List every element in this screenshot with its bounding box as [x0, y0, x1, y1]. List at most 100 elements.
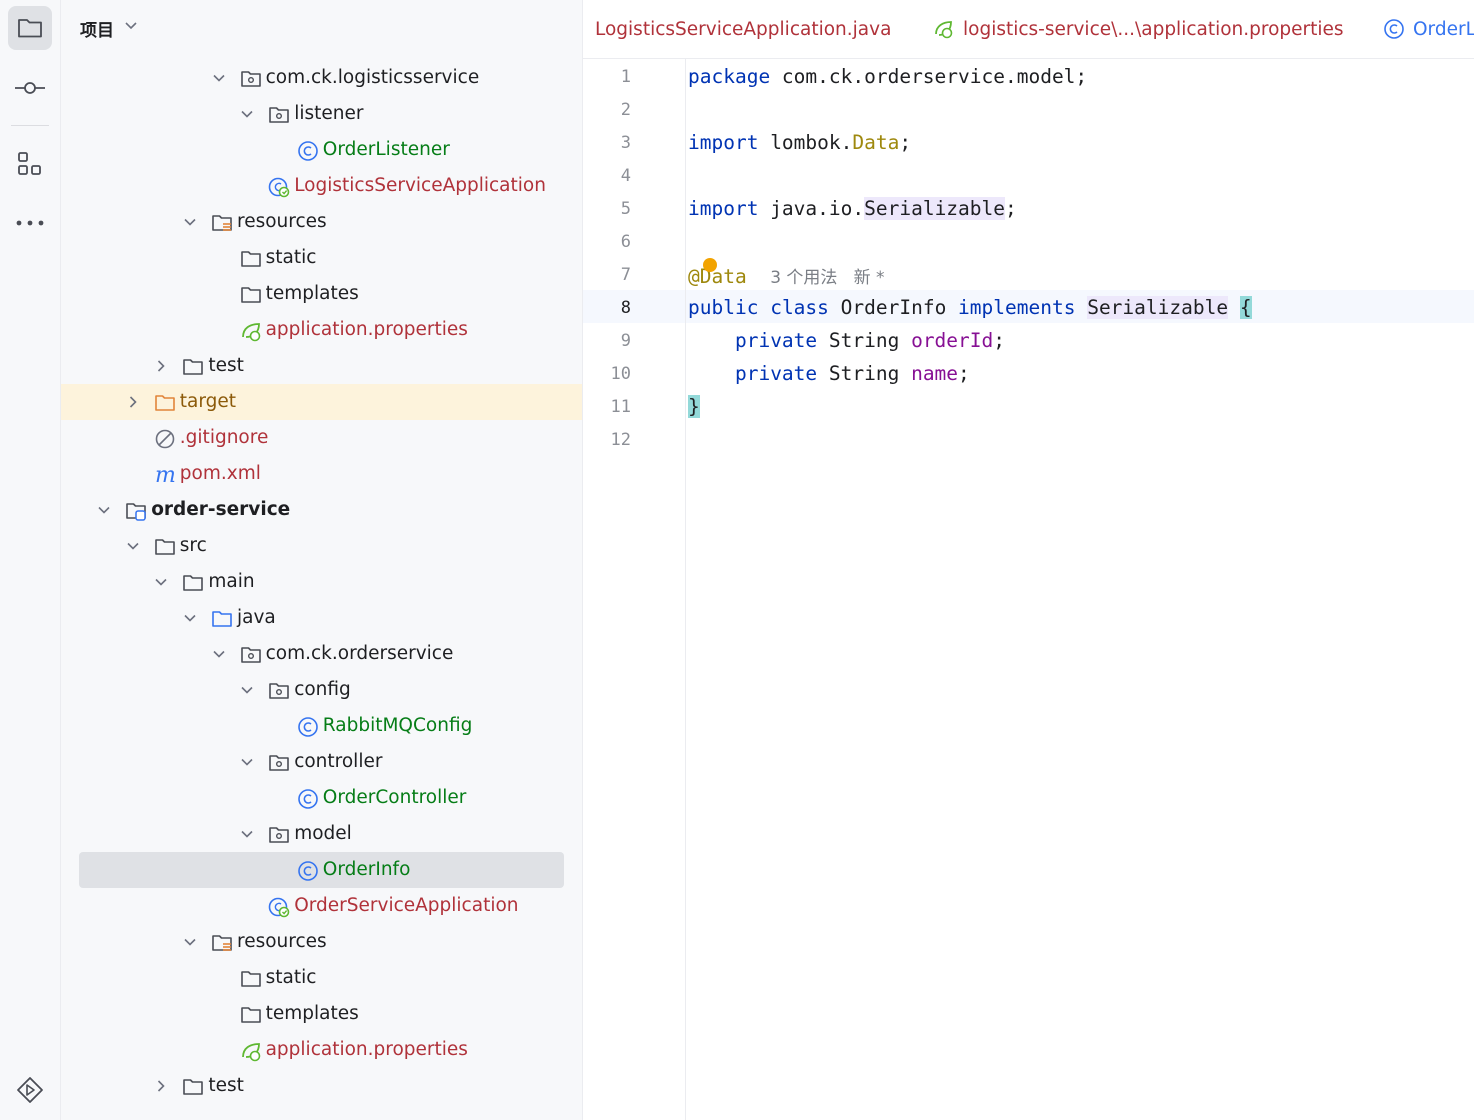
tree-row-com-ck-logisticsservice[interactable]: com.ck.logisticsservice	[61, 60, 582, 96]
code-token: Serializable	[1087, 296, 1229, 319]
tree-row-com-ck-orderservice[interactable]: com.ck.orderservice	[61, 636, 582, 672]
code-line: import lombok.Data;	[688, 131, 911, 154]
tree-item-label: .gitignore	[179, 427, 269, 448]
tree-row-rabbitmqconfig[interactable]: RabbitMQConfig	[61, 708, 582, 744]
tree-row-target[interactable]: target	[61, 384, 582, 420]
code-token: ;	[1005, 197, 1017, 220]
tool-separator	[11, 125, 49, 126]
tree-item-label: test	[208, 1075, 244, 1096]
tree-item-label: templates	[265, 1003, 359, 1024]
code-token: Data	[852, 131, 900, 154]
chevron-down-icon[interactable]	[212, 647, 226, 661]
tree-row-resources[interactable]: resources	[61, 204, 582, 240]
tree-item-label: order-service	[151, 499, 291, 520]
spring-boot-class-icon	[268, 897, 290, 918]
package-icon	[240, 71, 261, 87]
chevron-down-icon[interactable]	[125, 22, 137, 30]
tree-row-logisticsserviceapplication[interactable]: LogisticsServiceApplication	[61, 168, 582, 204]
tree-item-label: templates	[265, 283, 359, 304]
tab-order-listener[interactable]: OrderL	[1383, 15, 1474, 43]
code-token: {	[1239, 296, 1252, 319]
chevron-down-icon[interactable]	[240, 107, 254, 121]
tree-item-label: java	[237, 607, 276, 628]
tree-row-test[interactable]: test	[61, 1068, 582, 1104]
line-number: 1	[620, 67, 631, 87]
ignored-file-icon	[155, 429, 175, 449]
more-icon[interactable]	[8, 201, 52, 245]
package-icon	[240, 647, 261, 663]
tree-row-controller[interactable]: controller	[61, 744, 582, 780]
tree-row-resources[interactable]: resources	[61, 924, 582, 960]
tree-item-label: resources	[237, 931, 327, 952]
line-number: 5	[620, 199, 631, 219]
commit-icon[interactable]	[8, 66, 52, 110]
resources-folder-icon	[212, 935, 232, 951]
chevron-right-icon[interactable]	[154, 1079, 168, 1093]
project-folder-icon[interactable]	[8, 6, 52, 50]
chevron-down-icon[interactable]	[240, 755, 254, 769]
tree-row-config[interactable]: config	[61, 672, 582, 708]
tree-row-orderinfo[interactable]: OrderInfo	[61, 852, 582, 888]
tree-item-label: model	[294, 823, 352, 844]
chevron-down-icon[interactable]	[183, 215, 197, 229]
code-token: class	[770, 296, 829, 319]
tree-item-label: RabbitMQConfig	[322, 715, 473, 736]
line-number: 2	[620, 100, 631, 120]
chevron-down-icon[interactable]	[240, 827, 254, 841]
class-icon	[297, 141, 318, 161]
code-token: }	[688, 395, 700, 418]
project-panel-title[interactable]: 项目	[80, 16, 114, 41]
tree-row-ordercontroller[interactable]: OrderController	[61, 780, 582, 816]
chevron-right-icon[interactable]	[154, 359, 168, 373]
code-editor[interactable]: 1 2 3 4 5 6 7 8 9 10 11 12 package com.ck.orderserv…	[583, 59, 1474, 1120]
excluded-folder-icon	[154, 395, 175, 411]
code-token: @Data	[688, 265, 747, 288]
package-icon	[269, 755, 289, 771]
code-token: private	[734, 362, 818, 385]
chevron-down-icon[interactable]	[97, 503, 111, 517]
tree-item-label: main	[208, 571, 255, 592]
tree-item-label: pom.xml	[179, 463, 261, 484]
chevron-down-icon[interactable]	[183, 611, 197, 625]
chevron-down-icon[interactable]	[183, 935, 197, 949]
tree-row-application-properties[interactable]: application.properties	[61, 1032, 582, 1068]
tree-row-templates[interactable]: templates	[61, 276, 582, 312]
tree-row-model[interactable]: model	[61, 816, 582, 852]
tree-row-src[interactable]: src	[61, 528, 582, 564]
chevron-right-icon[interactable]	[126, 395, 140, 409]
tree-row-orderlistener[interactable]: OrderListener	[61, 132, 582, 168]
code-token: java.io.	[758, 197, 865, 220]
tree-row-static[interactable]: static	[61, 960, 582, 996]
tree-row-static[interactable]: static	[61, 240, 582, 276]
chevron-down-icon[interactable]	[154, 575, 168, 589]
tree-row-templates[interactable]: templates	[61, 996, 582, 1032]
tree-row-order-service[interactable]: order-service	[61, 492, 582, 528]
tree-row-listener[interactable]: listener	[61, 96, 582, 132]
intention-bulb-icon[interactable]	[703, 258, 717, 272]
folder-icon	[183, 575, 204, 591]
class-icon	[297, 717, 318, 737]
tree-row-pom-xml[interactable]: m pom.xml	[61, 456, 582, 492]
tab-logistics-application-properties[interactable]: logistics-service\...\application.proper…	[933, 15, 1344, 43]
tree-item-label: LogisticsServiceApplication	[294, 175, 546, 196]
tree-row-test[interactable]: test	[61, 348, 582, 384]
tree-row-orderserviceapplication[interactable]: OrderServiceApplication	[61, 888, 582, 924]
structure-icon[interactable]	[8, 142, 52, 186]
code-token: name	[911, 362, 959, 385]
line-number: 12	[610, 430, 631, 450]
services-run-icon[interactable]	[8, 1068, 52, 1112]
tree-row-gitignore[interactable]: .gitignore	[61, 420, 582, 456]
tree-row-java[interactable]: java	[61, 600, 582, 636]
tree-row-main[interactable]: main	[61, 564, 582, 600]
tree-item-label: com.ck.logisticsservice	[265, 67, 480, 88]
chevron-down-icon[interactable]	[212, 71, 226, 85]
chevron-down-icon[interactable]	[126, 539, 140, 553]
tree-row-application-properties[interactable]: application.properties	[61, 312, 582, 348]
chevron-down-icon[interactable]	[240, 683, 254, 697]
tree-item-label: static	[265, 967, 317, 988]
tab-logistics-service-application[interactable]: LogisticsServiceApplication.java	[595, 15, 891, 43]
package-icon	[269, 683, 289, 699]
editor-tab-bar: LogisticsServiceApplication.java logisti…	[583, 0, 1474, 59]
